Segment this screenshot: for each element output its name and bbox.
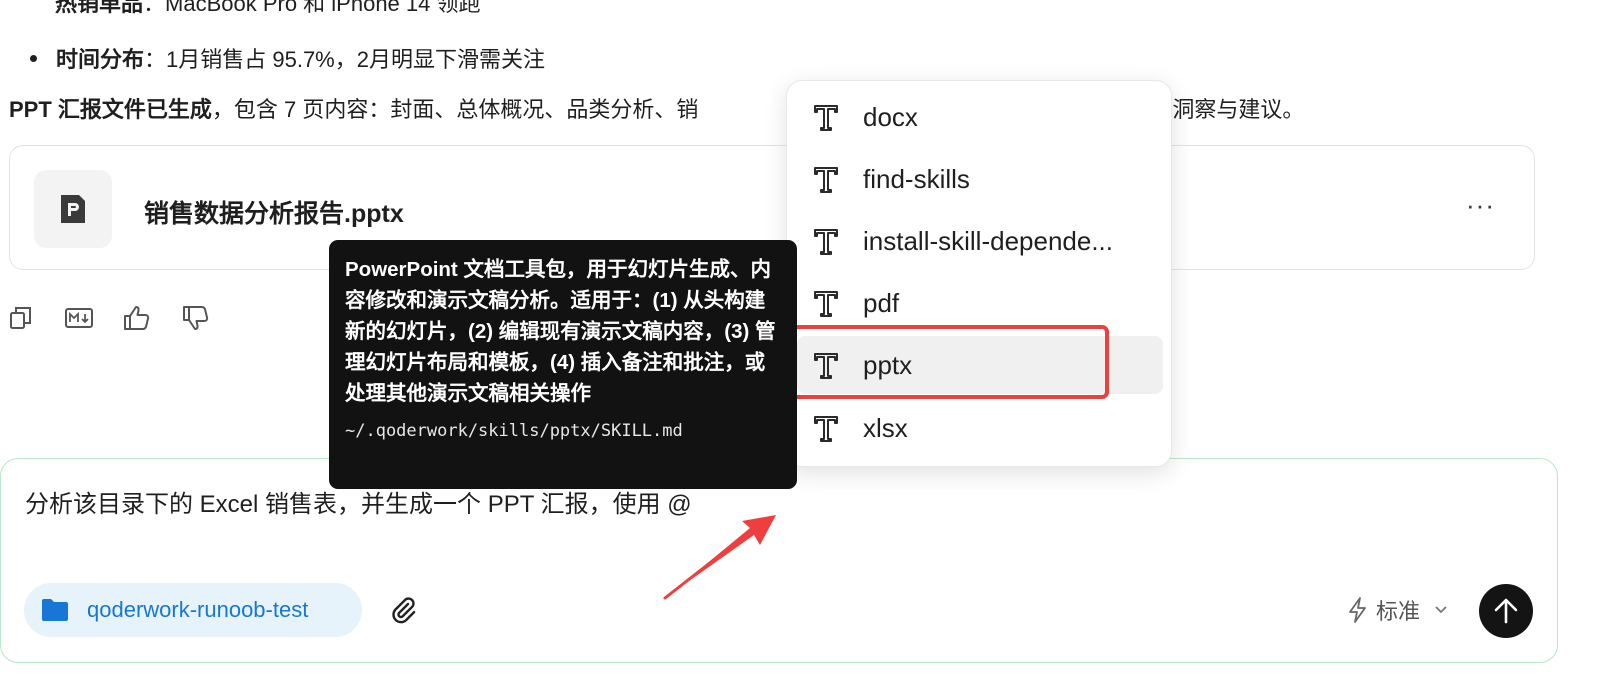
folder-icon: [41, 598, 69, 622]
summary-pre: ，包含 7 页内容：封面、总体概况、品类分析、销: [211, 97, 699, 122]
tooltip-description: PowerPoint 文档工具包，用于幻灯片生成、内容修改和演示文稿分析。适用于…: [345, 258, 776, 405]
skill-icon: [811, 226, 841, 256]
more-options-icon[interactable]: ···: [1466, 190, 1495, 221]
menu-item-label: pptx: [863, 349, 913, 380]
skill-icon: [811, 102, 841, 132]
menu-item-install-skill-depende[interactable]: install-skill-depende...: [797, 212, 1163, 270]
skills-menu: docx find-skills install-skill-depende... p…: [786, 80, 1172, 467]
markdown-icon[interactable]: [63, 302, 95, 334]
bullet-text: ：1月销售占 95.7%，2月明显下滑需关注: [144, 47, 545, 72]
partial-bullet-text: ：MacBook Pro 和 iPhone 14 领跑: [143, 0, 481, 16]
menu-item-label: xlsx: [863, 412, 908, 443]
thumbs-up-icon[interactable]: [121, 302, 153, 334]
skill-icon: [811, 288, 841, 318]
partial-bullet-label: 热销单品: [55, 0, 144, 16]
skill-icon: [811, 413, 841, 443]
tooltip-path: ~/.qoderwork/skills/pptx/SKILL.md: [345, 421, 683, 441]
bullet-item: 时间分布 ：1月销售占 95.7%，2月明显下滑需关注: [30, 42, 545, 74]
skill-icon: [811, 164, 841, 194]
bullet-label: 时间分布: [56, 47, 145, 72]
menu-item-label: docx: [863, 101, 918, 132]
composer-input[interactable]: 分析该目录下的 Excel 销售表，并生成一个 PPT 汇报，使用 @: [25, 484, 692, 519]
send-button[interactable]: [1479, 584, 1533, 638]
file-name[interactable]: 销售数据分析报告.pptx: [144, 194, 404, 230]
menu-item-pdf[interactable]: pdf: [797, 274, 1163, 332]
menu-item-docx[interactable]: docx: [797, 88, 1163, 146]
partial-bullet: 热销单品：MacBook Pro 和 iPhone 14 领跑: [55, 0, 481, 18]
chevron-down-icon: [1434, 605, 1448, 615]
copy-icon[interactable]: [5, 302, 37, 334]
menu-item-label: find-skills: [863, 163, 970, 194]
menu-item-pptx[interactable]: pptx: [797, 336, 1163, 394]
menu-item-xlsx[interactable]: xlsx: [797, 399, 1163, 457]
pptx-file-icon: [34, 170, 112, 248]
menu-item-label: pdf: [863, 287, 900, 318]
skill-tooltip: PowerPoint 文档工具包，用于幻灯片生成、内容修改和演示文稿分析。适用于…: [329, 240, 797, 489]
menu-item-find-skills[interactable]: find-skills: [797, 150, 1163, 208]
folder-chip[interactable]: qoderwork-runoob-test: [24, 583, 362, 637]
thumbs-down-icon[interactable]: [180, 302, 212, 334]
summary-bold: PPT 汇报文件已生成: [9, 97, 212, 122]
skill-icon: [811, 350, 841, 380]
menu-item-label: install-skill-depende...: [863, 225, 1114, 256]
mode-selector[interactable]: 标准: [1348, 594, 1448, 626]
lightning-icon: [1348, 597, 1368, 623]
folder-chip-label: qoderwork-runoob-test: [87, 597, 309, 622]
mode-label: 标准: [1376, 599, 1421, 624]
bullet-dot: [30, 54, 37, 62]
paperclip-icon[interactable]: [388, 594, 420, 626]
